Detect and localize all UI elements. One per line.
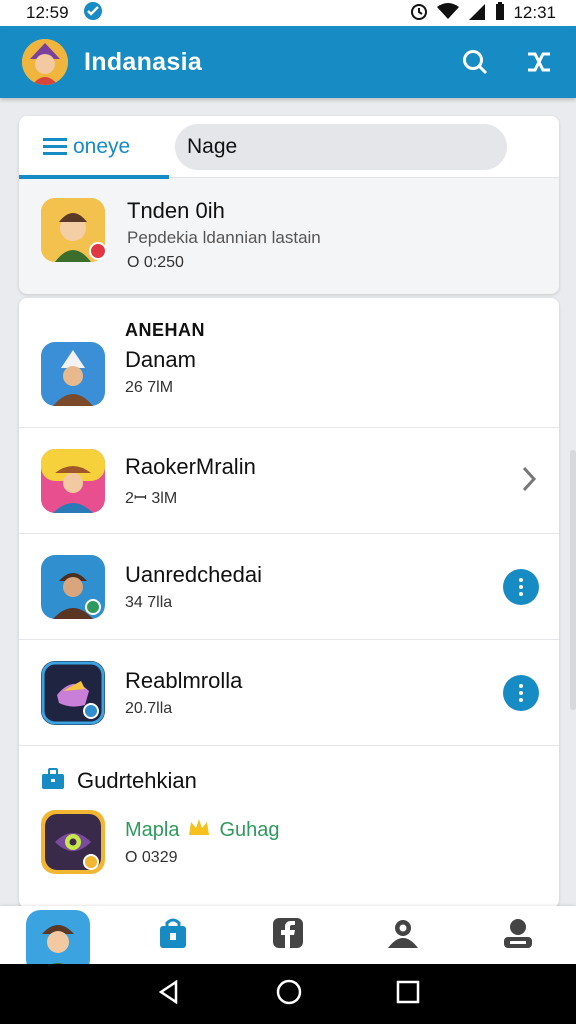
featured-title: Tnden 0ih — [127, 198, 225, 223]
system-nav-bar — [0, 964, 576, 1024]
list-item[interactable]: Reablmrolla 20.7lla — [19, 640, 559, 746]
more-icon — [503, 568, 539, 605]
list-item[interactable]: Mapla Guhag O 0329 — [19, 794, 559, 874]
list-item-meta: 20.7lla — [125, 699, 173, 717]
facebook-icon — [272, 917, 304, 953]
app-title: Indanasia — [84, 47, 203, 76]
account-icon — [502, 917, 534, 953]
wifi-icon — [437, 2, 460, 25]
featured-app-icon — [41, 198, 107, 262]
tab-row: oneye Nage — [19, 116, 559, 179]
shopping-bag-icon — [158, 917, 188, 953]
tab-active[interactable]: oneye — [19, 116, 169, 179]
status-time-right: 12:31 — [513, 3, 556, 22]
list-item-title: Uanredchedai — [125, 561, 262, 587]
list-item-title: Reablmrolla — [125, 667, 243, 693]
scrollbar[interactable] — [570, 450, 576, 710]
nav-shop[interactable] — [115, 906, 230, 964]
notification-dot — [89, 242, 107, 260]
alarm-icon — [409, 1, 429, 26]
list-item-title: RaokerMralin — [125, 453, 256, 479]
app-bar: Indanasia — [0, 26, 576, 98]
app-icon-raoker — [41, 448, 105, 513]
featured-item[interactable]: Tnden 0ih Pepdekia ldannian lastain O 0:… — [19, 178, 559, 272]
search-input[interactable]: Nage — [175, 123, 507, 170]
app-list-card: ANEHAN Danam 26 7lM RaokerMralin 2ꟷ 3lM — [19, 298, 559, 908]
nav-contacts[interactable] — [345, 906, 460, 964]
chevron-right-icon[interactable] — [519, 464, 539, 498]
shuffle-icon[interactable] — [524, 47, 554, 77]
item-title-b: Guhag — [219, 818, 280, 841]
app-icon-uanred — [41, 554, 105, 619]
user-icon — [387, 918, 419, 952]
briefcase-icon — [41, 768, 65, 794]
nav-profile[interactable] — [0, 906, 115, 974]
vpn-check-icon — [83, 1, 103, 26]
recents-icon[interactable] — [396, 980, 420, 1008]
list-item-meta: 26 7lM — [125, 379, 174, 396]
list-item-title: Danam — [125, 347, 196, 372]
app-avatar[interactable] — [22, 39, 68, 85]
home-icon[interactable] — [275, 978, 303, 1010]
item-meta: O 0329 — [125, 849, 178, 866]
list-item[interactable]: Uanredchedai 34 7lla — [19, 534, 559, 640]
crown-icon — [187, 817, 211, 843]
signal-icon — [467, 2, 487, 25]
tab-label: oneye — [73, 134, 131, 158]
bottom-nav — [0, 906, 576, 974]
list-item-meta: 34 7lla — [125, 593, 173, 611]
nav-account[interactable] — [460, 906, 575, 964]
app-icon-mapla — [41, 810, 105, 874]
menu-icon — [43, 138, 67, 155]
status-time: 12:59 — [26, 3, 69, 22]
list-item-meta: 2ꟷ 3lM — [125, 489, 178, 507]
search-icon[interactable] — [460, 47, 490, 77]
list-item[interactable]: RaokerMralin 2ꟷ 3lM — [19, 428, 559, 534]
more-options-button[interactable] — [503, 674, 539, 711]
status-bar: 12:59 12:31 — [0, 0, 576, 26]
featured-meta: O 0:250 — [127, 254, 184, 271]
item-title-a: Mapla — [125, 818, 180, 841]
nav-facebook[interactable] — [230, 906, 345, 964]
section-title: ANEHAN — [125, 320, 206, 340]
back-icon[interactable] — [156, 979, 182, 1009]
list-item[interactable]: ANEHAN Danam 26 7lM — [19, 298, 559, 428]
section-header: Gudrtehkian — [19, 746, 559, 794]
section-label: Gudrtehkian — [77, 768, 197, 793]
app-icon-danam — [41, 342, 105, 406]
app-icon-reablm — [41, 660, 105, 725]
battery-icon — [495, 1, 505, 25]
more-icon — [503, 674, 539, 711]
more-options-button[interactable] — [503, 568, 539, 605]
top-card: oneye Nage Tnden 0ih Pepdekia ldannian l… — [19, 116, 559, 294]
featured-subtitle: Pepdekia ldannian lastain — [127, 228, 321, 247]
